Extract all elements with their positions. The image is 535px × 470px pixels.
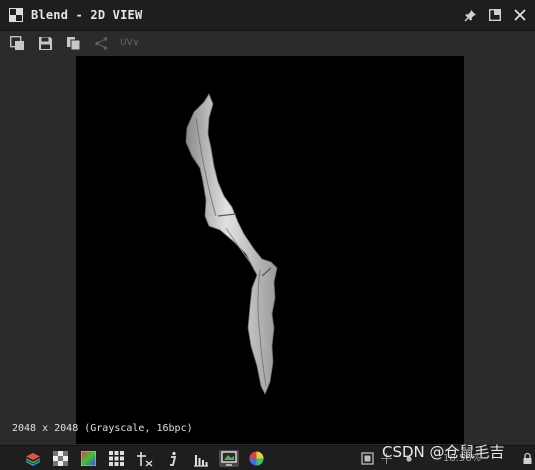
frame-icon[interactable] — [359, 450, 376, 467]
display-monitor-icon[interactable] — [219, 450, 239, 467]
image-info-text: 2048 x 2048 (Grayscale, 16bpc) — [12, 423, 193, 434]
uv-transform-icon[interactable] — [136, 450, 153, 467]
watermark-text: CSDN @仓鼠毛吉 — [382, 443, 505, 461]
color-wheel-icon[interactable] — [248, 450, 265, 467]
close-icon[interactable] — [513, 8, 527, 22]
window-title: Blend - 2D VIEW — [31, 8, 143, 22]
save-icon[interactable] — [37, 35, 54, 52]
alpha-checker-icon[interactable] — [52, 450, 69, 467]
view-toolbar: UV∨ — [0, 31, 535, 55]
export-view-icon[interactable] — [9, 35, 26, 52]
copy-icon[interactable] — [65, 35, 82, 52]
share-nodes-icon[interactable] — [93, 35, 110, 52]
color-gradient-icon[interactable] — [80, 450, 97, 467]
uv-dropdown[interactable]: UV∨ — [120, 38, 139, 48]
texture-canvas[interactable] — [76, 56, 464, 444]
layers-icon[interactable] — [24, 450, 41, 467]
histogram-icon[interactable] — [192, 450, 209, 467]
pin-icon[interactable] — [463, 8, 477, 22]
window-titlebar: Blend - 2D VIEW — [0, 0, 535, 31]
info-icon[interactable] — [164, 450, 181, 467]
maximize-icon[interactable] — [488, 8, 502, 22]
grid-icon[interactable] — [108, 450, 125, 467]
checker-window-icon — [9, 8, 23, 22]
grayscale-mask-shape — [185, 93, 278, 395]
lock-icon[interactable] — [519, 450, 535, 467]
